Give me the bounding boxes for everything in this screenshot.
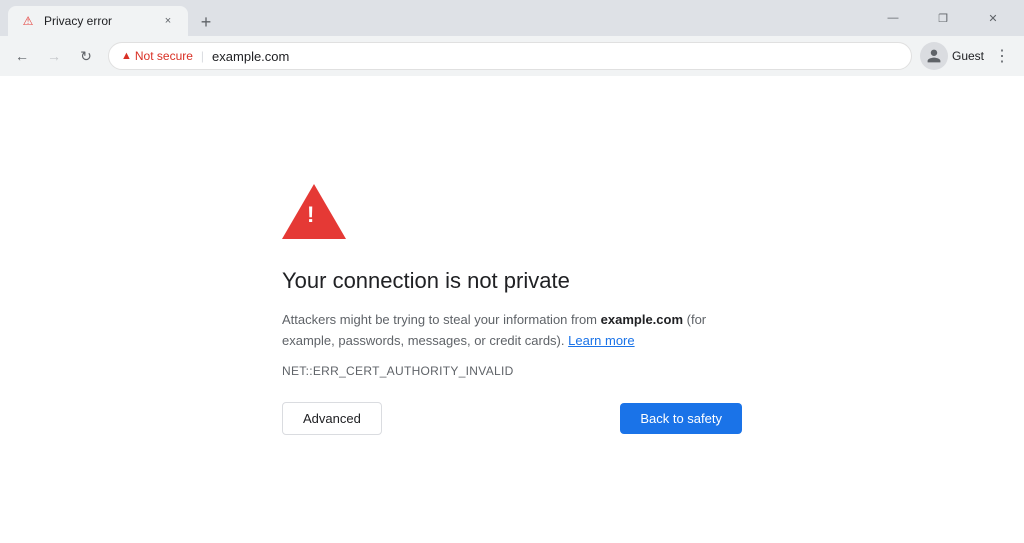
- learn-more-link[interactable]: Learn more: [568, 333, 634, 348]
- minimize-button[interactable]: —: [870, 2, 916, 34]
- back-to-safety-button[interactable]: Back to safety: [620, 403, 742, 434]
- profile-label-text: Guest: [952, 49, 984, 63]
- error-container: Your connection is not private Attackers…: [262, 164, 762, 455]
- tabs-area: ⚠ Privacy error × +: [8, 0, 870, 36]
- page-content: Your connection is not private Attackers…: [0, 76, 1024, 543]
- tab-favicon: ⚠: [20, 13, 36, 29]
- error-description-start: Attackers might be trying to steal your …: [282, 312, 601, 327]
- error-description: Attackers might be trying to steal your …: [282, 310, 742, 352]
- address-text: example.com: [212, 49, 289, 64]
- close-button[interactable]: ✕: [970, 2, 1016, 34]
- advanced-button[interactable]: Advanced: [282, 402, 382, 435]
- navigation-bar: ← → ↻ ▲ Not secure | example.com Guest ⋮: [0, 36, 1024, 76]
- back-button[interactable]: ←: [8, 42, 36, 70]
- address-bar[interactable]: ▲ Not secure | example.com: [108, 42, 912, 70]
- title-bar: ⚠ Privacy error × + — ❐ ✕: [0, 0, 1024, 36]
- not-secure-text: Not secure: [135, 49, 193, 63]
- error-actions: Advanced Back to safety: [282, 402, 742, 435]
- browser-window: ⚠ Privacy error × + — ❐ ✕ ← → ↻ ▲ Not se…: [0, 0, 1024, 543]
- error-icon-wrapper: [282, 184, 346, 244]
- browser-menu-button[interactable]: ⋮: [988, 42, 1016, 70]
- window-controls: — ❐ ✕: [870, 2, 1016, 34]
- not-secure-badge: ▲ Not secure: [121, 49, 193, 63]
- maximize-button[interactable]: ❐: [920, 2, 966, 34]
- forward-button[interactable]: →: [40, 42, 68, 70]
- error-site-name: example.com: [601, 312, 683, 327]
- warning-icon: ▲: [121, 50, 132, 62]
- reload-button[interactable]: ↻: [72, 42, 100, 70]
- tab-close-button[interactable]: ×: [160, 13, 176, 29]
- active-tab[interactable]: ⚠ Privacy error ×: [8, 6, 188, 36]
- profile-button[interactable]: [920, 42, 948, 70]
- warning-triangle-icon: [282, 184, 346, 239]
- profile-icon: [926, 48, 942, 64]
- tab-title: Privacy error: [44, 14, 152, 28]
- address-separator: |: [201, 49, 204, 63]
- error-code: NET::ERR_CERT_AUTHORITY_INVALID: [282, 364, 514, 378]
- new-tab-button[interactable]: +: [192, 8, 220, 36]
- error-title: Your connection is not private: [282, 268, 570, 294]
